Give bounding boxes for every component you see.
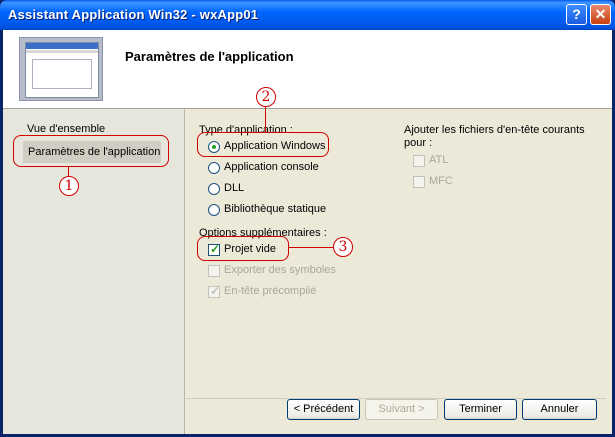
radio-dll[interactable]	[208, 183, 220, 195]
headers-label: Ajouter les fichiers d'en-tête courants	[404, 124, 585, 136]
close-button[interactable]: ✕	[590, 4, 611, 25]
annotation-highlight-3	[197, 236, 289, 261]
checkbox-export-symbols-label: Exporter des symboles	[224, 264, 336, 276]
radio-static-lib-label[interactable]: Bibliothèque statique	[224, 203, 326, 215]
checkbox-atl-label: ATL	[429, 154, 449, 166]
next-button: Suivant >	[365, 399, 438, 420]
checkbox-precompiled-header: ✓	[208, 284, 221, 298]
checkbox-mfc-label: MFC	[429, 175, 453, 187]
headers-label-2: pour :	[404, 137, 433, 149]
checkbox-atl	[413, 155, 425, 167]
window-title: Assistant Application Win32 - wxApp01	[8, 7, 259, 22]
help-button[interactable]: ?	[566, 4, 587, 25]
radio-console-app-label[interactable]: Application console	[224, 161, 319, 173]
wizard-header: Paramètres de l'application	[3, 30, 612, 109]
page-title: Paramètres de l'application	[125, 49, 294, 64]
title-bar[interactable]: Assistant Application Win32 - wxApp01 ? …	[0, 0, 615, 30]
finish-button[interactable]: Terminer	[444, 399, 517, 420]
checkbox-mfc	[413, 176, 425, 188]
cancel-button[interactable]: Annuler	[522, 399, 597, 420]
wizard-window: Assistant Application Win32 - wxApp01 ? …	[0, 0, 615, 437]
app-thumbnail-icon	[19, 37, 103, 101]
check-icon: ✓	[210, 284, 221, 298]
annotation-connector-3	[289, 247, 333, 248]
annotation-badge-3: 3	[333, 237, 353, 257]
annotation-badge-2: 2	[256, 87, 276, 107]
nav-overview[interactable]: Vue d'ensemble	[27, 123, 105, 135]
checkbox-export-symbols	[208, 265, 220, 277]
radio-static-lib[interactable]	[208, 204, 220, 216]
annotation-badge-1: 1	[59, 176, 79, 196]
radio-dll-label[interactable]: DLL	[224, 182, 244, 194]
annotation-connector-1	[68, 167, 69, 176]
annotation-highlight-1	[13, 135, 169, 167]
wizard-body: Paramètres de l'application Vue d'ensemb…	[3, 30, 612, 434]
radio-console-app[interactable]	[208, 162, 220, 174]
previous-button[interactable]: < Précédent	[287, 399, 360, 420]
annotation-highlight-2	[197, 132, 329, 157]
checkbox-precompiled-header-label: En-tête précompilé	[224, 285, 317, 297]
annotation-connector-2	[265, 107, 266, 132]
